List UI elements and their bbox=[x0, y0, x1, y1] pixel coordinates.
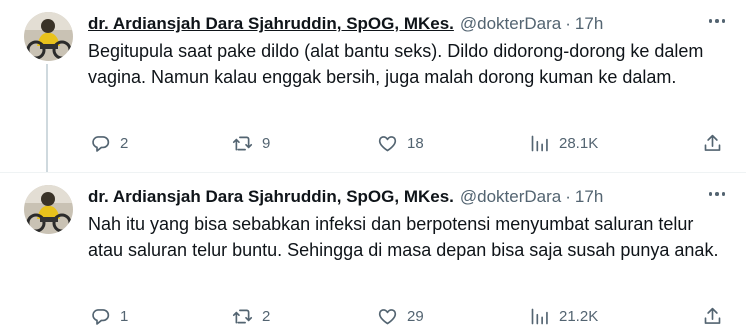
heart-icon bbox=[378, 308, 397, 324]
tweet-actions: 2 9 18 28.1K bbox=[88, 130, 726, 156]
reply-button[interactable]: 2 bbox=[90, 130, 128, 156]
views-button[interactable]: 21.2K bbox=[529, 303, 598, 329]
share-button[interactable] bbox=[702, 130, 723, 156]
reply-button[interactable]: 1 bbox=[90, 303, 128, 329]
share-button[interactable] bbox=[702, 303, 723, 329]
like-count: 18 bbox=[407, 134, 424, 152]
tweet-thread: dr. Ardiansjah Dara Sjahruddin, SpOG, MK… bbox=[0, 0, 746, 325]
thread-connector-line bbox=[46, 64, 48, 172]
retweet-icon bbox=[232, 309, 253, 323]
share-icon bbox=[704, 134, 721, 151]
reply-icon bbox=[92, 308, 110, 325]
avatar[interactable] bbox=[24, 185, 73, 234]
retweet-count: 9 bbox=[262, 134, 271, 152]
analytics-icon bbox=[531, 308, 548, 324]
author-name[interactable]: dr. Ardiansjah Dara Sjahruddin, SpOG, MK… bbox=[88, 14, 454, 34]
separator-dot: · bbox=[565, 187, 571, 206]
views-button[interactable]: 28.1K bbox=[529, 130, 598, 156]
reply-count: 2 bbox=[120, 134, 129, 152]
like-button[interactable]: 29 bbox=[377, 303, 424, 329]
reply-count: 1 bbox=[120, 307, 129, 325]
more-horizontal-icon[interactable] bbox=[706, 10, 728, 32]
view-count: 21.2K bbox=[559, 307, 599, 325]
avatar[interactable] bbox=[24, 12, 73, 61]
tweet-header: dr. Ardiansjah Dara Sjahruddin, SpOG, MK… bbox=[88, 186, 726, 208]
retweet-button[interactable]: 9 bbox=[232, 130, 270, 156]
heart-icon bbox=[378, 135, 397, 151]
timestamp[interactable]: 17h bbox=[575, 187, 603, 207]
author-name[interactable]: dr. Ardiansjah Dara Sjahruddin, SpOG, MK… bbox=[88, 187, 454, 207]
tweet[interactable]: dr. Ardiansjah Dara Sjahruddin, SpOG, MK… bbox=[0, 173, 746, 325]
tweet-actions: 1 2 29 21.2K bbox=[88, 303, 726, 329]
tweet-text: Begitupula saat pake dildo (alat bantu s… bbox=[88, 41, 704, 87]
analytics-icon bbox=[531, 135, 548, 151]
tweet-header: dr. Ardiansjah Dara Sjahruddin, SpOG, MK… bbox=[88, 13, 726, 35]
retweet-count: 2 bbox=[262, 307, 271, 325]
share-icon bbox=[704, 307, 721, 324]
tweet[interactable]: dr. Ardiansjah Dara Sjahruddin, SpOG, MK… bbox=[0, 0, 746, 172]
reply-icon bbox=[92, 135, 110, 152]
like-button[interactable]: 18 bbox=[377, 130, 424, 156]
retweet-button[interactable]: 2 bbox=[232, 303, 270, 329]
like-count: 29 bbox=[407, 307, 424, 325]
author-handle[interactable]: @dokterDara bbox=[460, 187, 561, 207]
more-horizontal-icon[interactable] bbox=[706, 183, 728, 205]
author-handle[interactable]: @dokterDara bbox=[460, 14, 561, 34]
view-count: 28.1K bbox=[559, 134, 599, 152]
tweet-text: Nah itu yang bisa sebabkan infeksi dan b… bbox=[88, 214, 719, 260]
separator-dot: · bbox=[565, 14, 571, 33]
retweet-icon bbox=[232, 136, 253, 150]
timestamp[interactable]: 17h bbox=[575, 14, 603, 34]
